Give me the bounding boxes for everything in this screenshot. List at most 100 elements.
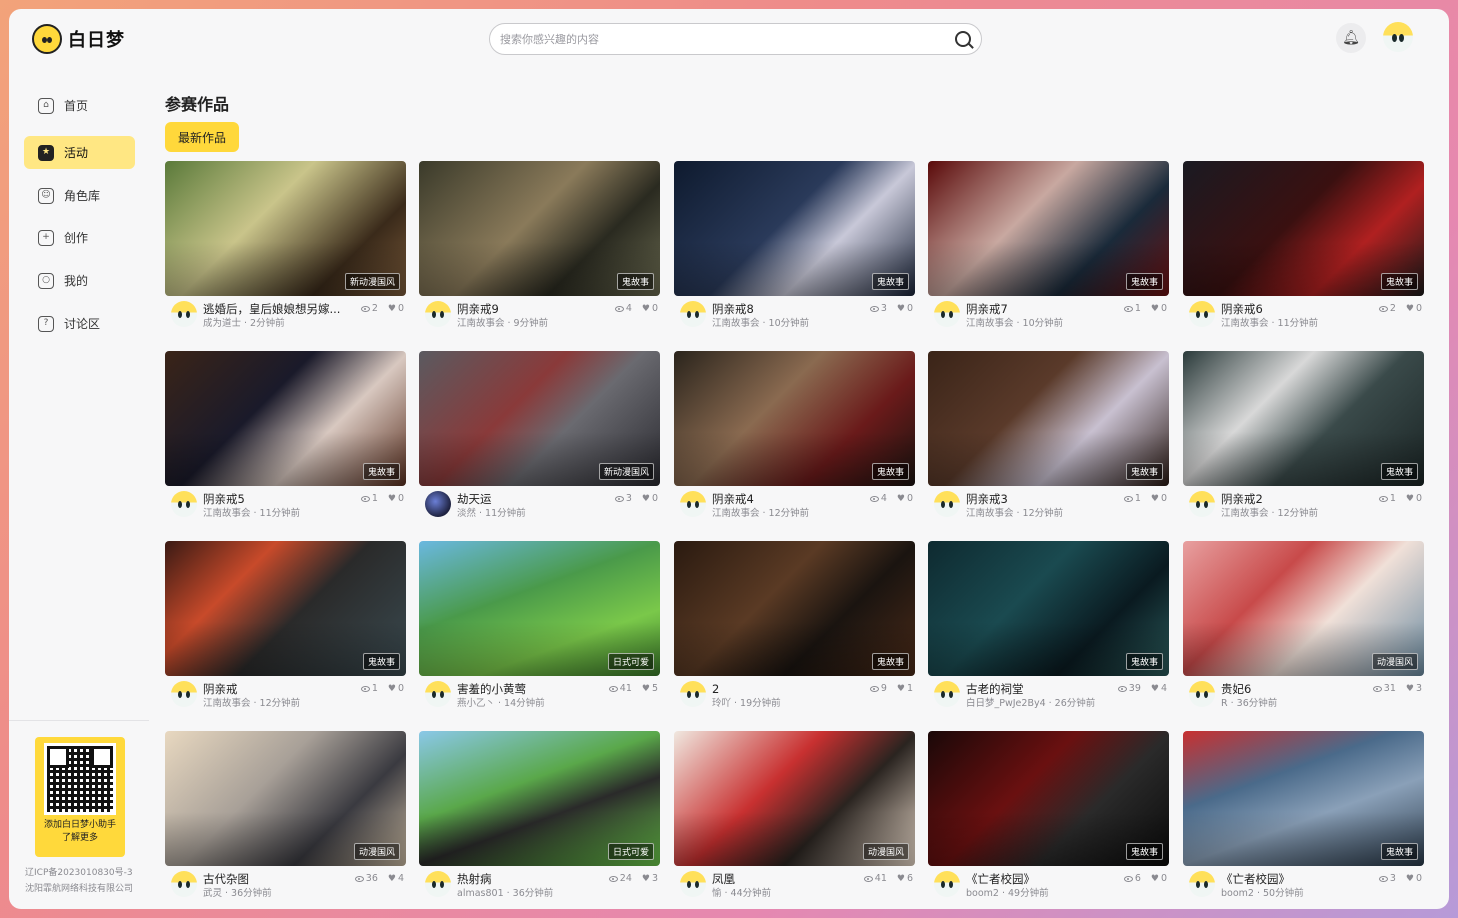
work-title[interactable]: 《亡者校园》 [1221, 871, 1381, 887]
sidebar-item-1[interactable]: ★ 活动 [24, 136, 135, 169]
work-card[interactable]: 鬼故事 阴亲戒3 江南故事会 · 12分钟前 1 ♥ 0 [928, 351, 1169, 526]
work-thumbnail[interactable]: 鬼故事 [165, 541, 406, 676]
work-thumbnail[interactable]: 动漫国风 [1183, 541, 1424, 676]
author-avatar[interactable] [171, 301, 197, 327]
work-title[interactable]: 阴亲戒6 [1221, 301, 1381, 317]
author-avatar[interactable] [1189, 681, 1215, 707]
work-card[interactable]: 鬼故事阴亲戒5 江南故事会 · 11分钟前 1 ♥ 0 [165, 351, 406, 526]
work-title[interactable]: 阴亲戒 [203, 681, 363, 697]
latest-works-button[interactable]: 最新作品 [165, 122, 239, 152]
author-avatar[interactable] [425, 491, 451, 517]
sidebar-item-0[interactable]: ⌂ 首页 [24, 89, 135, 122]
work-card[interactable]: 鬼故事 阴亲戒2 江南故事会 · 12分钟前 1 ♥ 0 [1183, 351, 1424, 526]
author-avatar[interactable] [934, 301, 960, 327]
work-title[interactable]: 2 [712, 681, 872, 697]
work-thumbnail[interactable]: 鬼故事 [1183, 351, 1424, 486]
work-card[interactable]: 鬼故事 古老的祠堂 白日梦_PwJe2By4 · 26分钟前 39 ♥ 4 [928, 541, 1169, 716]
author-avatar[interactable] [934, 871, 960, 897]
work-title[interactable]: 阴亲戒3 [966, 491, 1126, 507]
work-title[interactable]: 阴亲戒8 [712, 301, 872, 317]
work-card[interactable]: 鬼故事 阴亲戒8 江南故事会 · 10分钟前 3 ♥ 0 [674, 161, 915, 336]
work-thumbnail[interactable]: 动漫国风 [674, 731, 915, 866]
work-title[interactable]: 害羞的小黄莺 [457, 681, 617, 697]
work-card[interactable]: 新动漫国风 劫天运 淡然 · 11分钟前 3 ♥ 0 [419, 351, 660, 526]
author-avatar[interactable] [171, 681, 197, 707]
work-card[interactable]: 鬼故事 阴亲戒 江南故事会 · 12分钟前 1 ♥ 0 [165, 541, 406, 716]
work-title[interactable]: 阴亲戒9 [457, 301, 617, 317]
work-card[interactable]: 鬼故事 《亡者校园》 boom2 · 49分钟前 6 ♥ 0 [928, 731, 1169, 906]
work-title[interactable]: 劫天运 [457, 491, 617, 507]
work-thumbnail[interactable]: 日式可爱 [419, 731, 660, 866]
author-avatar[interactable] [425, 681, 451, 707]
work-thumbnail[interactable]: 鬼故事 [928, 351, 1169, 486]
work-card[interactable]: 动漫国风 凤凰愉 · 44分钟前 41 ♥ 6 [674, 731, 915, 906]
work-thumbnail[interactable]: 鬼故事 [674, 161, 915, 296]
work-title[interactable]: 阴亲戒2 [1221, 491, 1381, 507]
work-card[interactable]: 新动漫国风 逃婚后，皇后娘娘想另嫁... 成为道士 · 2分钟前 2 ♥ 0 [165, 161, 406, 336]
work-title[interactable]: 古代杂图 [203, 871, 363, 887]
sidebar-item-2[interactable]: ☺ 角色库 [24, 179, 135, 212]
work-card[interactable]: 鬼故事 阴亲戒9 江南故事会 · 9分钟前 4 ♥ 0 [419, 161, 660, 336]
work-thumbnail[interactable]: 鬼故事 [165, 351, 406, 486]
notification-bell-icon[interactable]: 🔔︎ [1336, 23, 1366, 53]
work-title[interactable]: 阴亲戒5 [203, 491, 363, 507]
work-thumbnail[interactable]: 新动漫国风 [165, 161, 406, 296]
work-thumbnail[interactable]: 鬼故事 [419, 161, 660, 296]
author-avatar[interactable] [934, 681, 960, 707]
work-thumbnail[interactable]: 鬼故事 [1183, 161, 1424, 296]
author-avatar[interactable] [1189, 301, 1215, 327]
work-thumbnail[interactable]: 动漫国风 [165, 731, 406, 866]
work-thumbnail[interactable]: 鬼故事 [1183, 731, 1424, 866]
author-avatar[interactable] [680, 301, 706, 327]
author-avatar[interactable] [425, 871, 451, 897]
work-card[interactable]: 鬼故事 2 玲吖 · 19分钟前 9 ♥ 1 [674, 541, 915, 716]
author-avatar[interactable] [934, 491, 960, 517]
work-title[interactable]: 阴亲戒4 [712, 491, 872, 507]
sidebar-item-4[interactable]: ○ 我的 [24, 264, 135, 297]
icp-link[interactable]: 辽ICP备2023010830号-3 [25, 865, 141, 878]
author-avatar[interactable] [680, 871, 706, 897]
sidebar-item-3[interactable]: + 创作 [24, 221, 135, 254]
work-card[interactable]: 动漫国风 贵妃6 R · 36分钟前 31 ♥ 3 [1183, 541, 1424, 716]
author-avatar[interactable] [425, 301, 451, 327]
author-avatar[interactable] [680, 681, 706, 707]
work-card[interactable]: 鬼故事 阴亲戒7 江南故事会 · 10分钟前 1 ♥ 0 [928, 161, 1169, 336]
search-icon[interactable] [955, 31, 971, 47]
work-title[interactable]: 热射病 [457, 871, 617, 887]
work-title[interactable]: 古老的祠堂 [966, 681, 1126, 697]
work-thumbnail[interactable]: 鬼故事 [928, 161, 1169, 296]
author-avatar[interactable] [1189, 871, 1215, 897]
card-info: 害羞的小黄莺 燕小乙丶 · 14分钟前 41 ♥ 5 [425, 681, 660, 713]
search-input[interactable]: 搜索你感兴趣的内容 [500, 31, 955, 47]
assistant-qr-card[interactable]: 添加白日梦小助手 了解更多 [35, 737, 125, 857]
sidebar-item-5[interactable]: ? 讨论区 [24, 307, 135, 340]
work-thumbnail[interactable]: 日式可爱 [419, 541, 660, 676]
work-card[interactable]: 鬼故事 阴亲戒6 江南故事会 · 11分钟前 2 ♥ 0 [1183, 161, 1424, 336]
work-thumbnail[interactable]: 鬼故事 [674, 351, 915, 486]
work-thumbnail[interactable]: 新动漫国风 [419, 351, 660, 486]
work-card[interactable]: 鬼故事 《亡者校园》 boom2 · 50分钟前 3 ♥ 0 [1183, 731, 1424, 906]
work-card[interactable]: 日式可爱 热射病 almas801 · 36分钟前 24 ♥ 3 [419, 731, 660, 906]
work-card[interactable]: 动漫国风 古代杂图 武灵 · 36分钟前 36 ♥ 4 [165, 731, 406, 906]
work-title[interactable]: 阴亲戒7 [966, 301, 1126, 317]
heart-icon: ♥ [1405, 303, 1414, 314]
user-avatar[interactable] [1383, 22, 1413, 56]
logo[interactable]: 白日梦 [32, 24, 125, 54]
card-info: 阴亲戒5 江南故事会 · 11分钟前 1 ♥ 0 [171, 491, 406, 523]
work-title[interactable]: 凤凰 [712, 871, 872, 887]
work-title[interactable]: 《亡者校园》 [966, 871, 1126, 887]
work-thumbnail[interactable]: 鬼故事 [928, 541, 1169, 676]
work-title[interactable]: 贵妃6 [1221, 681, 1381, 697]
eye-icon [1378, 875, 1388, 882]
work-thumbnail[interactable]: 鬼故事 [928, 731, 1169, 866]
work-card[interactable]: 日式可爱害羞的小黄莺 燕小乙丶 · 14分钟前 41 ♥ 5 [419, 541, 660, 716]
views-stat: 41 [863, 873, 887, 884]
author-avatar[interactable] [171, 491, 197, 517]
author-avatar[interactable] [680, 491, 706, 517]
work-thumbnail[interactable]: 鬼故事 [674, 541, 915, 676]
search-bar[interactable]: 搜索你感兴趣的内容 [489, 23, 982, 55]
author-avatar[interactable] [171, 871, 197, 897]
work-title[interactable]: 逃婚后，皇后娘娘想另嫁... [203, 301, 363, 317]
author-avatar[interactable] [1189, 491, 1215, 517]
work-card[interactable]: 鬼故事 阴亲戒4 江南故事会 · 12分钟前 4 ♥ 0 [674, 351, 915, 526]
